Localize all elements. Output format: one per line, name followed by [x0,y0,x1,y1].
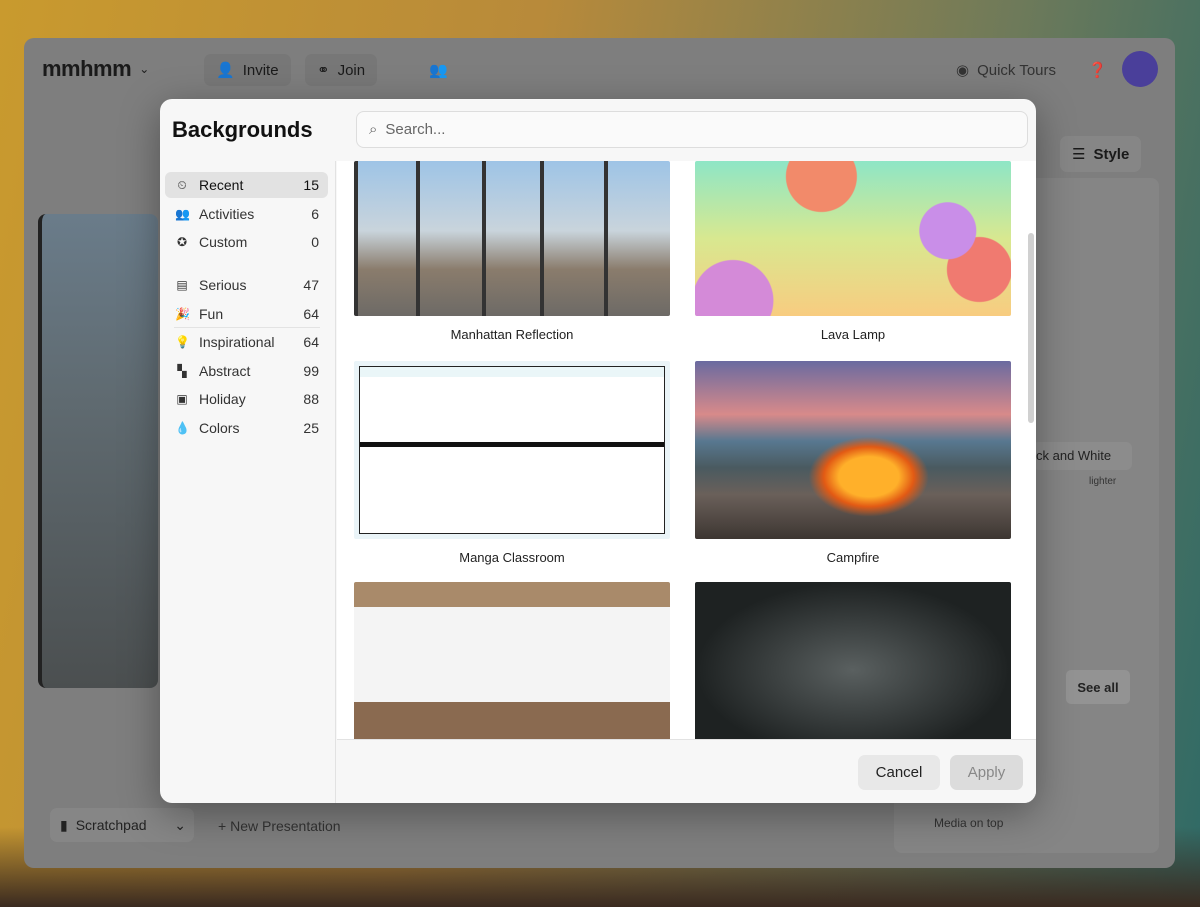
background-tile[interactable] [695,582,1011,739]
sidebar-item-serious[interactable]: ▤ Serious 47 [165,272,328,298]
chevron-down-icon: ⌄ [174,816,186,833]
background-tile[interactable]: Campfire [695,361,1011,565]
category-count: 0 [311,234,319,250]
category-icon: ▚ [177,364,187,378]
background-tile[interactable]: Manhattan Reflection [354,161,670,342]
dialog-footer: Cancel Apply [337,739,1036,803]
search-icon: ⌕ [369,121,378,138]
background-tile[interactable]: Lava Lamp [695,161,1011,342]
new-presentation-button[interactable]: + New Presentation [218,818,341,834]
category-count: 64 [303,306,319,322]
category-icon: 💧 [175,421,190,435]
background-tile[interactable] [354,582,670,739]
backgrounds-grid: Manhattan Reflection Lava Lamp Manga Cla… [337,161,1036,739]
category-label: Holiday [199,391,246,407]
avatar[interactable] [1122,51,1158,87]
category-icon: 💡 [175,335,190,349]
category-icon: ▤ [176,278,188,292]
category-label: Inspirational [199,334,275,350]
category-count: 6 [311,206,319,222]
invite-button[interactable]: 👤 Invite [204,54,291,86]
sidebar-item-activities[interactable]: 👥 Activities 6 [165,201,328,227]
media-on-top-label[interactable]: Media on top [934,816,1003,830]
chevron-down-icon[interactable]: ⌄ [139,62,149,76]
scratchpad-select[interactable]: ▮ Scratchpad ⌄ [50,808,194,842]
background-thumbnail [354,161,670,316]
invite-icon: 👤 [216,62,235,79]
dialog-title: Backgrounds [172,117,313,142]
sliders-icon: ☰ [1072,146,1086,163]
category-icon: ⏲ [177,177,187,192]
category-label: Serious [199,277,247,293]
notebook-icon: ▮ [60,816,68,833]
see-all-button[interactable]: See all [1066,670,1130,704]
background-thumbnail [354,582,670,739]
app-logo: mmhmm [42,56,132,81]
sidebar-item-fun[interactable]: 🎉 Fun 64 [165,301,328,327]
background-thumbnail [695,361,1011,539]
category-count: 47 [303,277,319,293]
category-count: 64 [303,334,319,350]
lighter-label: lighter [1089,476,1117,487]
help-icon: ❓ [1088,62,1107,79]
scrollbar[interactable] [1028,233,1034,423]
quick-tours-button[interactable]: ◉ Quick Tours [944,54,1068,86]
category-count: 15 [303,177,319,193]
category-icon: 👥 [175,207,190,221]
category-label: Activities [199,206,255,222]
sidebar-item-holiday[interactable]: ▣ Holiday 88 [165,386,328,412]
category-count: 88 [303,391,319,407]
background-tile[interactable]: Manga Classroom [354,361,670,565]
people-button[interactable]: 👥 [417,54,460,86]
search-input[interactable]: ⌕ Search... [356,111,1028,148]
category-label: Fun [199,306,224,322]
join-button[interactable]: ⚭ Join [305,54,378,86]
background-thumbnail [695,161,1011,316]
background-thumbnail [354,361,670,539]
sidebar-item-custom[interactable]: ✪ Custom 0 [165,229,328,255]
category-count: 25 [303,420,319,436]
category-icon: ▣ [176,392,188,406]
backgrounds-dialog: Backgrounds ⌕ Search... ⏲ Recent 15 👥 Activit… [160,99,1036,803]
category-label: Custom [199,234,248,250]
style-button[interactable]: ☰ Style [1060,136,1142,172]
sidebar-item-abstract[interactable]: ▚ Abstract 99 [165,358,328,384]
category-label: Abstract [199,363,251,379]
category-icon: ✪ [176,235,188,249]
sidebar-item-recent[interactable]: ⏲ Recent 15 [165,172,328,198]
cancel-button[interactable]: Cancel [858,755,940,790]
people-icon: 👥 [429,62,448,79]
compass-icon: ◉ [956,62,970,79]
join-icon: ⚭ [317,62,330,79]
category-sidebar: ⏲ Recent 15 👥 Activities 6 ✪ Custom 0 ▤ Serious 47 🎉… [160,161,336,803]
sidebar-item-colors[interactable]: 💧 Colors 25 [165,415,328,441]
apply-button[interactable]: Apply [950,755,1023,790]
category-icon: 🎉 [175,307,190,321]
stage-preview [38,214,158,688]
filter-select[interactable]: ck and White [1032,442,1132,470]
category-label: Colors [199,420,240,436]
divider [174,327,320,328]
help-button[interactable]: ❓ [1076,54,1119,86]
background-thumbnail [695,582,1011,739]
sidebar-item-inspirational[interactable]: 💡 Inspirational 64 [165,329,328,355]
category-label: Recent [199,177,244,193]
category-count: 99 [303,363,319,379]
